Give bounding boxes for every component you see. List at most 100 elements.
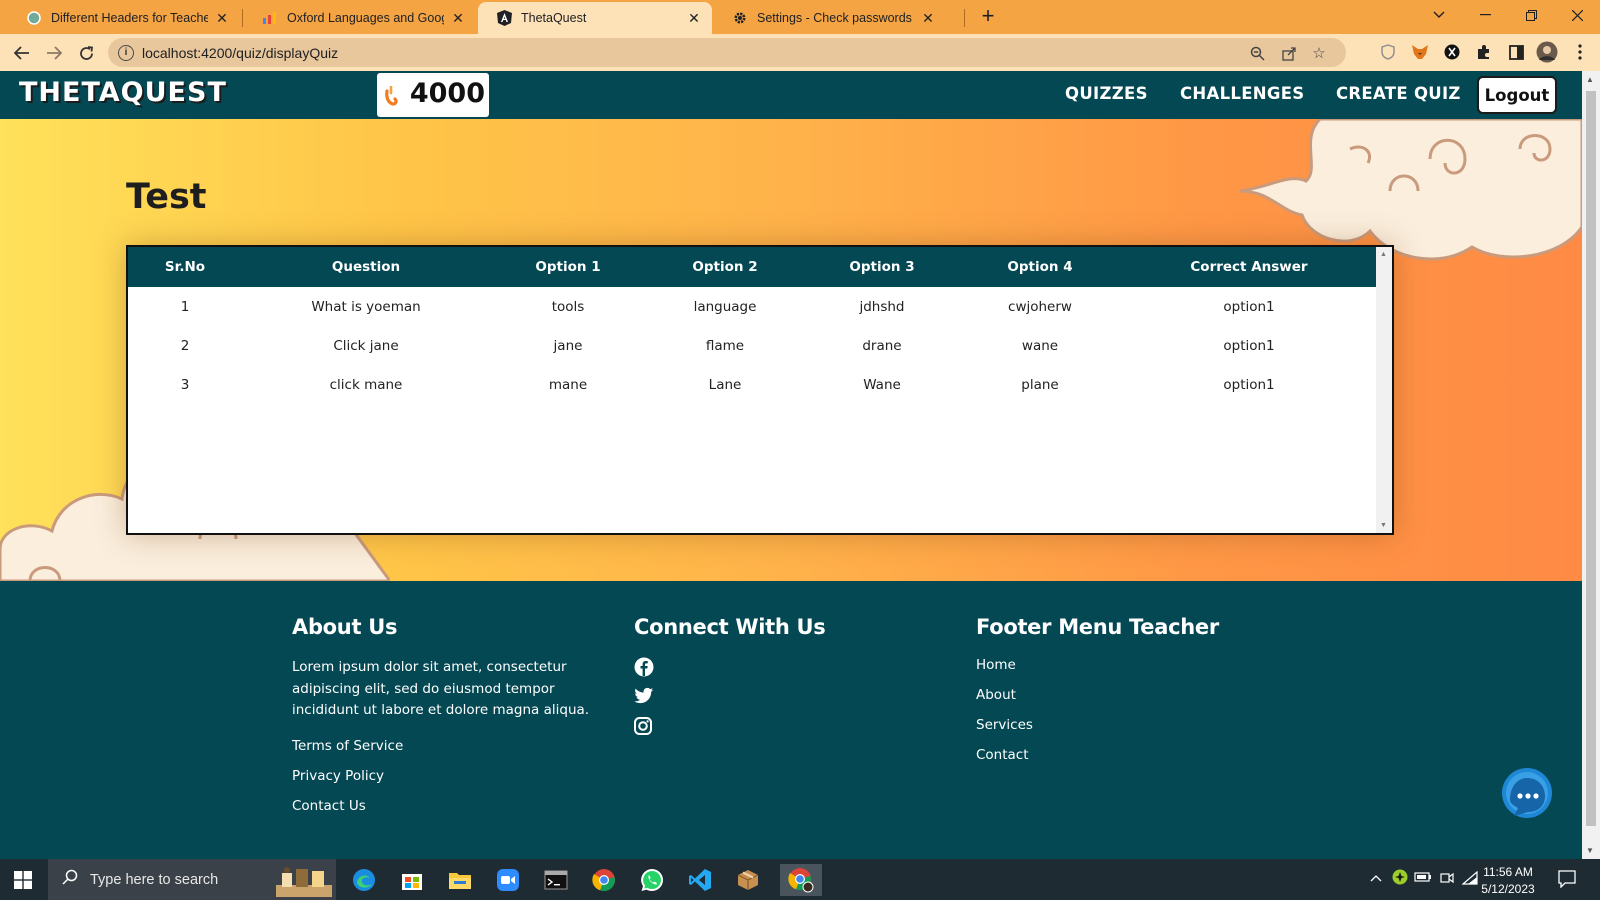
extensions-puzzle-icon[interactable] bbox=[1474, 42, 1494, 62]
microsoft-store-icon[interactable] bbox=[396, 864, 428, 896]
footer-heading: About Us bbox=[292, 615, 398, 639]
metamask-fox-icon[interactable] bbox=[1410, 42, 1430, 62]
meet-now-icon[interactable] bbox=[1440, 871, 1454, 888]
nav-quizzes-link[interactable]: QUIZZES bbox=[1065, 84, 1148, 103]
browser-tab[interactable]: Oxford Languages and Google - ✕ bbox=[244, 2, 476, 34]
twitter-icon[interactable] bbox=[634, 687, 656, 709]
table-row: 3 click mane mane Lane Wane plane option… bbox=[128, 365, 1378, 404]
site-footer: About Us Lorem ipsum dolor sit amet, con… bbox=[0, 581, 1582, 859]
scroll-up-arrow-icon[interactable]: ▲ bbox=[1586, 75, 1594, 84]
nav-create-quiz-link[interactable]: CREATE QUIZ bbox=[1336, 84, 1461, 103]
privacy-link[interactable]: Privacy Policy bbox=[292, 768, 592, 786]
terminal-icon[interactable] bbox=[540, 864, 572, 896]
close-window-icon[interactable] bbox=[1554, 0, 1600, 30]
page-scrollbar[interactable]: ▲ ▼ bbox=[1582, 71, 1600, 859]
table-cell: 1 bbox=[180, 298, 190, 315]
tab-title: Oxford Languages and Google - bbox=[287, 11, 444, 25]
taskbar-clock[interactable]: 11:56 AM 5/12/2023 bbox=[1478, 864, 1538, 898]
site-logo[interactable]: THETAQUEST bbox=[19, 77, 227, 108]
browser-tab[interactable]: Different Headers for Teachers ar ✕ bbox=[8, 2, 240, 34]
footer-home-link[interactable]: Home bbox=[976, 657, 1219, 675]
close-tab-icon[interactable]: ✕ bbox=[214, 10, 230, 26]
taskbar-search-box[interactable]: Type here to search bbox=[48, 859, 336, 900]
tray-app-green-icon[interactable] bbox=[1392, 869, 1408, 888]
table-cell: wane bbox=[1021, 337, 1059, 354]
new-tab-button[interactable]: + bbox=[976, 5, 1000, 29]
bookmark-star-icon[interactable]: ☆ bbox=[1308, 42, 1330, 64]
side-panel-icon[interactable] bbox=[1506, 42, 1526, 62]
close-tab-icon[interactable]: ✕ bbox=[686, 10, 702, 26]
instagram-icon[interactable] bbox=[634, 717, 656, 739]
contact-us-link[interactable]: Contact Us bbox=[292, 798, 592, 816]
footer-about-link[interactable]: About bbox=[976, 687, 1219, 705]
chrome-icon[interactable] bbox=[588, 864, 620, 896]
vscode-icon[interactable] bbox=[684, 864, 716, 896]
chrome-profile-icon[interactable] bbox=[780, 864, 822, 896]
show-hidden-icons-chevron-icon[interactable] bbox=[1370, 871, 1382, 885]
search-highlight-icon bbox=[272, 863, 336, 900]
quiz-table-container: Sr.No Question Option 1 Option 2 Option … bbox=[126, 245, 1394, 535]
forward-arrow-icon[interactable] bbox=[41, 40, 67, 66]
browser-tab[interactable]: Settings - Check passwords ✕ bbox=[714, 2, 946, 34]
nav-challenges-link[interactable]: CHALLENGES bbox=[1180, 84, 1305, 103]
footer-menu-column: Footer Menu Teacher Home About Services … bbox=[976, 615, 1219, 765]
scroll-up-arrow-icon[interactable]: ▲ bbox=[1380, 251, 1387, 258]
footer-contact-link[interactable]: Contact bbox=[976, 747, 1219, 765]
browser-toolbar: i localhost:4200/quiz/displayQuiz ☆ bbox=[0, 34, 1600, 71]
edge-browser-icon[interactable] bbox=[348, 864, 380, 896]
site-info-icon[interactable]: i bbox=[118, 44, 134, 61]
share-icon[interactable] bbox=[1278, 42, 1300, 64]
coin-balance-badge: 4000 bbox=[377, 73, 489, 117]
windows-taskbar: Type here to search 11:56 AM 5/12/2023 bbox=[0, 859, 1600, 900]
footer-services-link[interactable]: Services bbox=[976, 717, 1219, 735]
table-cell: 3 bbox=[180, 376, 190, 393]
table-cell: Lane bbox=[708, 376, 742, 393]
quiz-title: Test bbox=[126, 177, 207, 217]
close-tab-icon[interactable]: ✕ bbox=[920, 10, 936, 26]
table-cell: option1 bbox=[1223, 376, 1275, 393]
extension-circle-icon[interactable] bbox=[1442, 42, 1462, 62]
address-bar[interactable]: i localhost:4200/quiz/displayQuiz ☆ bbox=[108, 38, 1346, 67]
table-scrollbar[interactable]: ▲ ▼ bbox=[1376, 247, 1392, 533]
footer-heading: Connect With Us bbox=[634, 615, 826, 639]
tab-title: Different Headers for Teachers ar bbox=[51, 11, 208, 25]
windows-start-icon[interactable] bbox=[14, 871, 32, 889]
clock-time: 11:56 AM bbox=[1483, 865, 1533, 879]
tab-title: ThetaQuest bbox=[521, 11, 587, 25]
settings-gear-icon bbox=[732, 10, 748, 26]
browser-tab-active[interactable]: ThetaQuest ✕ bbox=[478, 2, 712, 34]
wifi-icon[interactable] bbox=[1461, 870, 1478, 888]
restore-window-icon[interactable] bbox=[1508, 0, 1554, 30]
tab-divider bbox=[242, 9, 243, 27]
battery-icon[interactable] bbox=[1414, 871, 1432, 886]
table-cell: language bbox=[693, 298, 757, 315]
package-app-icon[interactable] bbox=[732, 864, 764, 896]
scroll-down-arrow-icon[interactable]: ▼ bbox=[1586, 846, 1594, 855]
scrollbar-thumb[interactable] bbox=[1586, 91, 1596, 826]
file-explorer-icon[interactable] bbox=[444, 864, 476, 896]
shield-extension-icon[interactable] bbox=[1378, 42, 1398, 62]
whatsapp-icon[interactable] bbox=[636, 864, 668, 896]
back-arrow-icon[interactable] bbox=[9, 40, 35, 66]
column-header: Sr.No bbox=[164, 259, 206, 275]
minimize-window-icon[interactable] bbox=[1462, 0, 1508, 30]
tab-search-chevron-icon[interactable] bbox=[1416, 0, 1462, 30]
close-tab-icon[interactable]: ✕ bbox=[450, 10, 466, 26]
profile-avatar-icon[interactable] bbox=[1536, 41, 1558, 63]
zoom-app-icon[interactable] bbox=[492, 864, 524, 896]
footer-heading: Footer Menu Teacher bbox=[976, 615, 1219, 639]
chat-support-icon[interactable] bbox=[1500, 766, 1556, 822]
logout-button[interactable]: Logout bbox=[1477, 76, 1557, 114]
site-navbar: THETAQUEST 4000 QUIZZES CHALLENGES CREAT… bbox=[0, 71, 1582, 119]
scroll-down-arrow-icon[interactable]: ▼ bbox=[1380, 522, 1387, 529]
zoom-icon[interactable] bbox=[1246, 42, 1268, 64]
notifications-icon[interactable] bbox=[1558, 870, 1576, 891]
browser-menu-kebab-icon[interactable] bbox=[1570, 42, 1590, 62]
terms-link[interactable]: Terms of Service bbox=[292, 738, 592, 756]
page-viewport: THETAQUEST 4000 QUIZZES CHALLENGES CREAT… bbox=[0, 71, 1582, 859]
table-cell: mane bbox=[548, 376, 588, 393]
footer-about-text: Lorem ipsum dolor sit amet, consectetur … bbox=[292, 659, 590, 718]
facebook-icon[interactable] bbox=[634, 657, 656, 679]
reload-icon[interactable] bbox=[73, 40, 99, 66]
table-cell: jdhshd bbox=[859, 298, 905, 315]
